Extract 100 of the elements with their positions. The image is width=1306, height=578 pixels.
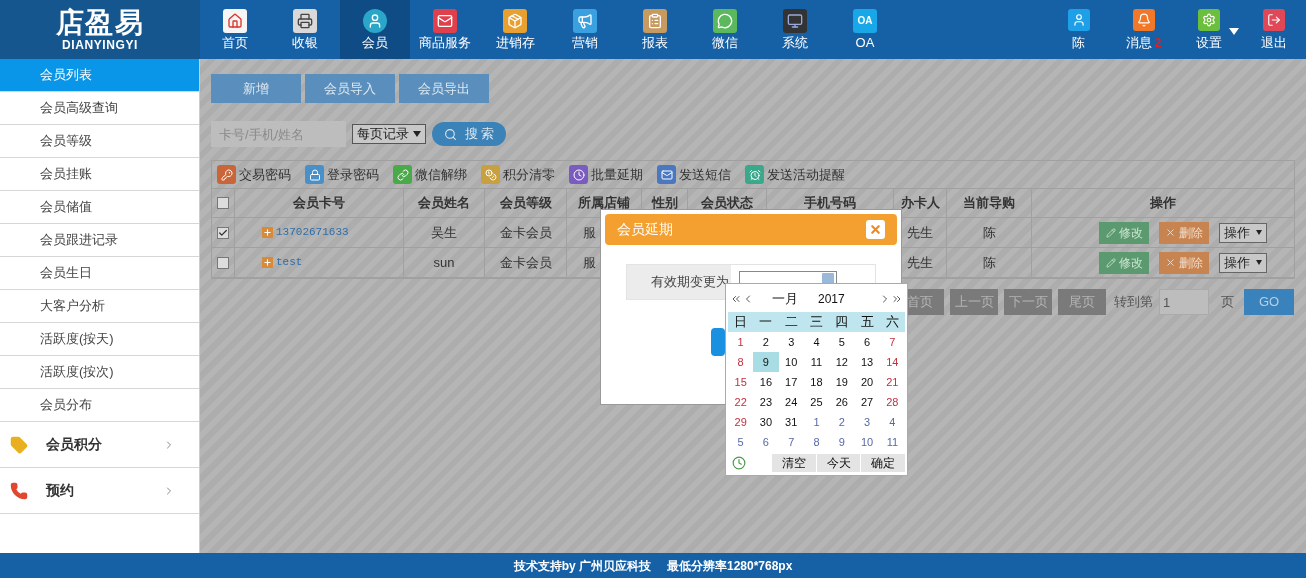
page-size-select[interactable]: 每页记录 — [352, 124, 426, 144]
calendar-day[interactable]: 1 — [803, 412, 830, 432]
action-button[interactable]: 发送短信 — [657, 164, 731, 185]
action-button[interactable]: 批量延期 — [569, 164, 643, 185]
checkbox[interactable] — [217, 197, 229, 209]
calendar-button[interactable]: 今天 — [816, 454, 861, 472]
calendar-day[interactable]: 6 — [753, 432, 779, 452]
month-label[interactable]: 一月 — [772, 289, 798, 309]
calendar-day[interactable]: 24 — [778, 392, 804, 412]
sidebar-item[interactable]: 活跃度(按天) — [0, 323, 199, 356]
nav-item[interactable]: 进销存 — [480, 0, 550, 59]
nav-item[interactable]: 系统 — [760, 0, 830, 59]
calendar-day[interactable]: 5 — [728, 432, 754, 452]
action-button[interactable]: 发送活动提醒 — [745, 164, 845, 185]
user-menu-item[interactable]: 消息 2 — [1111, 0, 1176, 59]
calendar-day[interactable]: 3 — [778, 332, 804, 352]
calendar-day[interactable]: 1 — [728, 332, 754, 352]
plus-icon — [263, 258, 272, 267]
checkbox[interactable] — [217, 226, 229, 239]
action-button[interactable]: 微信解绑 — [393, 164, 467, 185]
checkbox[interactable] — [217, 256, 229, 269]
calendar-day[interactable]: 3 — [854, 412, 880, 432]
sidebar-item[interactable]: 会员分布 — [0, 389, 199, 422]
expand-icon[interactable] — [262, 257, 273, 268]
user-menu-item[interactable]: 设置 — [1176, 0, 1241, 59]
calendar-day[interactable]: 17 — [778, 372, 804, 392]
calendar-day[interactable]: 31 — [778, 412, 804, 432]
expand-icon[interactable] — [262, 227, 273, 238]
previous-year-icon[interactable] — [730, 293, 742, 305]
search-button[interactable]: 搜 索 — [432, 122, 506, 146]
nav-item[interactable]: 会员 — [340, 0, 410, 59]
year-label[interactable]: 2017 — [818, 290, 845, 308]
calendar-day[interactable]: 5 — [829, 332, 855, 352]
cross-icon — [1165, 257, 1176, 268]
close-button[interactable] — [866, 220, 885, 239]
action-button[interactable]: 积分清零 — [481, 164, 555, 185]
calendar-day[interactable]: 30 — [753, 412, 779, 432]
calendar-day[interactable]: 18 — [803, 372, 830, 392]
calendar-day[interactable]: 6 — [854, 332, 880, 352]
calendar-day[interactable]: 11 — [879, 432, 905, 452]
action-button[interactable]: 登录密码 — [305, 164, 379, 185]
calendar-day[interactable]: 2 — [753, 332, 779, 352]
calendar-day[interactable]: 9 — [829, 432, 855, 452]
user-menu-item[interactable]: 退出 — [1241, 0, 1306, 59]
sidebar-group[interactable]: 预约 — [0, 468, 199, 514]
calendar-button[interactable]: 清空 — [772, 454, 816, 472]
sidebar-item[interactable]: 会员跟进记录 — [0, 224, 199, 257]
operation-select[interactable]: 操作 — [1219, 222, 1267, 243]
table-cell-text: 陈 — [982, 253, 996, 272]
nav-item[interactable]: 首页 — [200, 0, 270, 59]
calendar-day[interactable]: 14 — [879, 352, 905, 372]
calendar-day[interactable]: 23 — [753, 392, 779, 412]
calendar-day[interactable]: 15 — [728, 372, 754, 392]
pencil-icon — [1105, 257, 1116, 268]
operation-select[interactable]: 操作 — [1219, 252, 1267, 273]
sidebar-item[interactable]: 会员高级查询 — [0, 92, 199, 125]
calendar-day[interactable]: 22 — [728, 392, 754, 412]
sidebar-item[interactable]: 会员储值 — [0, 191, 199, 224]
calendar-day[interactable]: 8 — [728, 352, 754, 372]
sidebar-item[interactable]: 活跃度(按次) — [0, 356, 199, 389]
nav-item[interactable]: 微信 — [690, 0, 760, 59]
calendar-day[interactable]: 26 — [829, 392, 855, 412]
nav-item[interactable]: 商品服务 — [410, 0, 480, 59]
calendar-day[interactable]: 28 — [879, 392, 905, 412]
calendar-day[interactable]: 29 — [728, 412, 754, 432]
calendar-day[interactable]: 13 — [854, 352, 880, 372]
calendar-day[interactable]: 12 — [829, 352, 855, 372]
sidebar-group[interactable]: 会员积分 — [0, 422, 199, 468]
calendar-button[interactable]: 确定 — [861, 454, 905, 472]
calendar-day[interactable]: 10 — [854, 432, 880, 452]
nav-item[interactable]: 营销 — [550, 0, 620, 59]
calendar-day[interactable]: 20 — [854, 372, 880, 392]
calendar-day[interactable]: 4 — [803, 332, 830, 352]
next-year-icon[interactable] — [891, 293, 903, 305]
calendar-day[interactable]: 27 — [854, 392, 880, 412]
calendar-day[interactable]: 7 — [879, 332, 905, 352]
clock-icon[interactable] — [732, 456, 746, 470]
nav-item[interactable]: 收银 — [270, 0, 340, 59]
nav-item[interactable]: 报表 — [620, 0, 690, 59]
sidebar-item[interactable]: 会员生日 — [0, 257, 199, 290]
nav-item[interactable]: OA OA — [830, 0, 900, 59]
action-button[interactable]: 交易密码 — [217, 164, 291, 185]
calendar-day[interactable]: 9 — [753, 352, 779, 372]
calendar-day[interactable]: 25 — [803, 392, 830, 412]
calendar-day[interactable]: 16 — [753, 372, 779, 392]
calendar-day[interactable]: 7 — [778, 432, 804, 452]
user-menu-item[interactable]: 陈 — [1046, 0, 1111, 59]
footer-text: 技术支持by 广州贝应科技 — [513, 557, 651, 575]
calendar-day[interactable]: 2 — [829, 412, 855, 432]
dialog-button[interactable] — [711, 328, 725, 356]
calendar-day[interactable]: 8 — [803, 432, 830, 452]
calendar-day[interactable]: 11 — [803, 352, 830, 372]
calendar-day[interactable]: 19 — [829, 372, 855, 392]
sidebar-item[interactable]: 会员等级 — [0, 125, 199, 158]
sidebar-item[interactable]: 会员挂账 — [0, 158, 199, 191]
page-input[interactable]: 1 — [1159, 289, 1209, 315]
calendar-day[interactable]: 10 — [778, 352, 804, 372]
calendar-day[interactable]: 21 — [879, 372, 905, 392]
calendar-day[interactable]: 4 — [879, 412, 905, 432]
sidebar-item[interactable]: 大客户分析 — [0, 290, 199, 323]
